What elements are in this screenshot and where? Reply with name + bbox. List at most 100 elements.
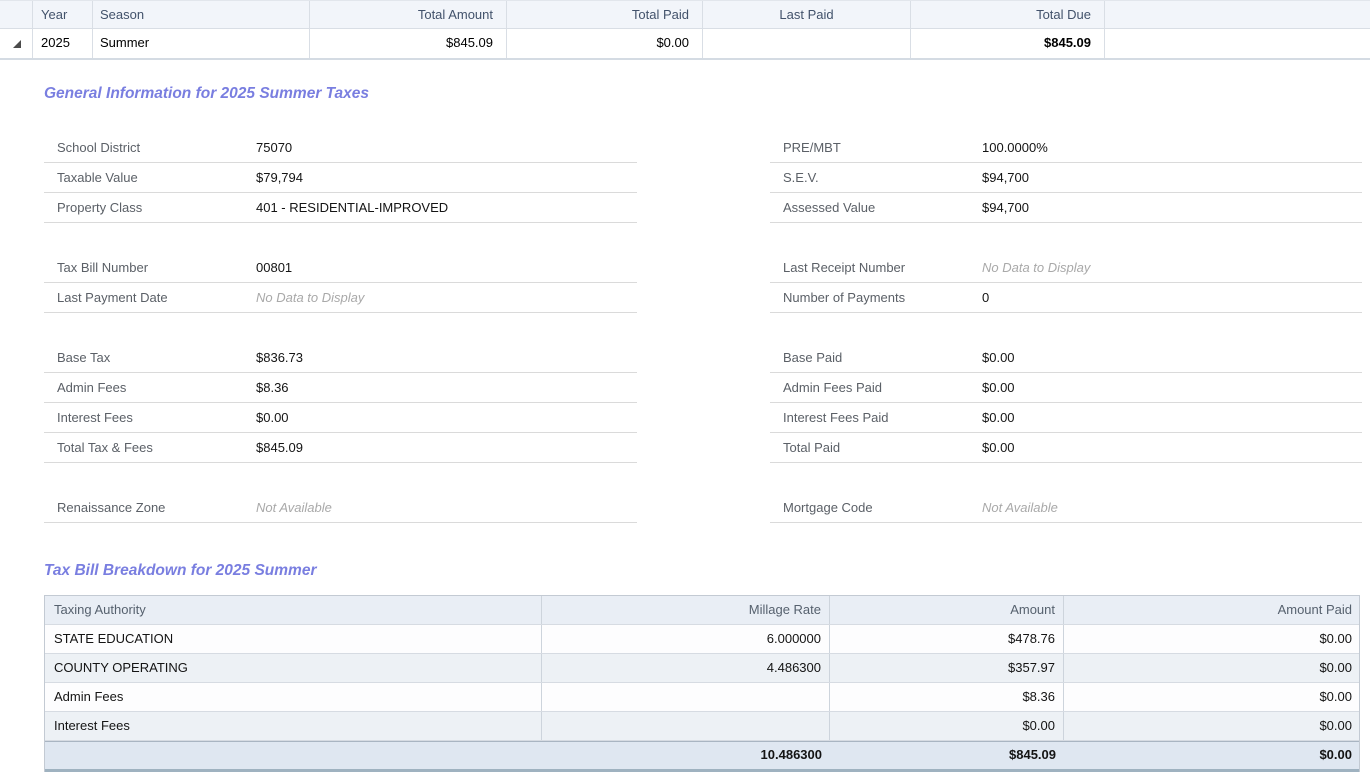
summary-cell-expander bbox=[0, 29, 33, 58]
info-value: 100.0000% bbox=[982, 133, 1048, 162]
info-label: Mortgage Code bbox=[783, 493, 982, 522]
info-label: Total Tax & Fees bbox=[57, 433, 256, 462]
info-label: Base Tax bbox=[57, 343, 256, 372]
info-label: Last Payment Date bbox=[57, 283, 256, 312]
cell-taxing-authority: STATE EDUCATION bbox=[45, 625, 542, 653]
info-label: Base Paid bbox=[783, 343, 982, 372]
info-value: 401 - RESIDENTIAL-IMPROVED bbox=[256, 193, 448, 222]
column-header-millage-rate[interactable]: Millage Rate bbox=[542, 596, 830, 624]
info-group-renaissance: Renaissance Zone Not Available bbox=[44, 493, 637, 523]
info-label: Number of Payments bbox=[783, 283, 982, 312]
column-header-amount[interactable]: Amount bbox=[830, 596, 1064, 624]
info-value: $0.00 bbox=[982, 343, 1015, 372]
info-row-total-paid: Total Paid $0.00 bbox=[770, 433, 1362, 463]
cell-total-amount: $845.09 bbox=[830, 742, 1064, 769]
breakdown-header-row: Taxing Authority Millage Rate Amount Amo… bbox=[45, 596, 1359, 625]
info-group-valuation: PRE/MBT 100.0000% S.E.V. $94,700 Assesse… bbox=[770, 133, 1362, 223]
info-value: 0 bbox=[982, 283, 989, 312]
info-row-base-tax: Base Tax $836.73 bbox=[44, 343, 637, 373]
summary-cell-last-paid bbox=[703, 29, 911, 58]
summary-cell-total-paid: $0.00 bbox=[507, 29, 703, 58]
info-label: Admin Fees bbox=[57, 373, 256, 402]
column-header-year[interactable]: Year bbox=[33, 1, 93, 28]
cell-taxing-authority: COUNTY OPERATING bbox=[45, 654, 542, 682]
cell-millage-rate: 6.000000 bbox=[542, 625, 830, 653]
info-row-assessed-value: Assessed Value $94,700 bbox=[770, 193, 1362, 223]
info-value: $0.00 bbox=[982, 433, 1015, 462]
column-header-total-due[interactable]: Total Due bbox=[911, 1, 1105, 28]
general-info-panel: School District 75070 Taxable Value $79,… bbox=[44, 133, 1370, 523]
info-row-admin-fees-paid: Admin Fees Paid $0.00 bbox=[770, 373, 1362, 403]
summary-cell-total-due: $845.09 bbox=[911, 29, 1105, 58]
info-row-base-paid: Base Paid $0.00 bbox=[770, 343, 1362, 373]
info-row-pre-mbt: PRE/MBT 100.0000% bbox=[770, 133, 1362, 163]
cell-amount: $478.76 bbox=[830, 625, 1064, 653]
breakdown-row-state-education: STATE EDUCATION 6.000000 $478.76 $0.00 bbox=[45, 625, 1359, 654]
info-value: $845.09 bbox=[256, 433, 303, 462]
info-value: Not Available bbox=[256, 493, 332, 522]
info-row-total-tax-fees: Total Tax & Fees $845.09 bbox=[44, 433, 637, 463]
cell-total-label bbox=[45, 742, 542, 769]
info-value: No Data to Display bbox=[256, 283, 364, 312]
cell-amount-paid: $0.00 bbox=[1064, 654, 1359, 682]
info-group-paid-amounts: Base Paid $0.00 Admin Fees Paid $0.00 In… bbox=[770, 343, 1362, 463]
breakdown-row-interest-fees: Interest Fees $0.00 $0.00 bbox=[45, 712, 1359, 741]
info-row-sev: S.E.V. $94,700 bbox=[770, 163, 1362, 193]
info-row-last-receipt-number: Last Receipt Number No Data to Display bbox=[770, 253, 1362, 283]
column-header-amount-paid[interactable]: Amount Paid bbox=[1064, 596, 1359, 624]
column-header-last-paid[interactable]: Last Paid bbox=[703, 1, 911, 28]
info-group-receipts: Last Receipt Number No Data to Display N… bbox=[770, 253, 1362, 313]
info-label: School District bbox=[57, 133, 256, 162]
breakdown-row-admin-fees: Admin Fees $8.36 $0.00 bbox=[45, 683, 1359, 712]
info-row-admin-fees: Admin Fees $8.36 bbox=[44, 373, 637, 403]
collapse-row-icon[interactable] bbox=[13, 40, 21, 48]
column-header-taxing-authority[interactable]: Taxing Authority bbox=[45, 596, 542, 624]
info-row-renaissance-zone: Renaissance Zone Not Available bbox=[44, 493, 637, 523]
summary-cell-season: Summer bbox=[93, 29, 310, 58]
info-value: $94,700 bbox=[982, 163, 1029, 192]
expander-column-header bbox=[0, 1, 33, 28]
info-value: $79,794 bbox=[256, 163, 303, 192]
info-label: Assessed Value bbox=[783, 193, 982, 222]
breakdown-table: Taxing Authority Millage Rate Amount Amo… bbox=[44, 595, 1360, 772]
breakdown-total-row: 10.486300 $845.09 $0.00 bbox=[45, 741, 1359, 772]
cell-amount-paid: $0.00 bbox=[1064, 625, 1359, 653]
breakdown-title: Tax Bill Breakdown for 2025 Summer bbox=[44, 562, 1370, 580]
info-row-school-district: School District 75070 bbox=[44, 133, 637, 163]
info-row-tax-bill-number: Tax Bill Number 00801 bbox=[44, 253, 637, 283]
column-header-total-amount[interactable]: Total Amount bbox=[310, 1, 507, 28]
summary-grid-header-row: Year Season Total Amount Total Paid Last… bbox=[0, 1, 1370, 29]
info-group-mortgage: Mortgage Code Not Available bbox=[770, 493, 1362, 523]
cell-millage-rate bbox=[542, 712, 830, 740]
info-value: Not Available bbox=[982, 493, 1058, 522]
info-row-interest-fees-paid: Interest Fees Paid $0.00 bbox=[770, 403, 1362, 433]
info-group-property: School District 75070 Taxable Value $79,… bbox=[44, 133, 637, 223]
info-row-interest-fees: Interest Fees $0.00 bbox=[44, 403, 637, 433]
info-value: $836.73 bbox=[256, 343, 303, 372]
column-header-season[interactable]: Season bbox=[93, 1, 310, 28]
info-group-tax-amounts: Base Tax $836.73 Admin Fees $8.36 Intere… bbox=[44, 343, 637, 463]
info-label: Renaissance Zone bbox=[57, 493, 256, 522]
column-header-total-paid[interactable]: Total Paid bbox=[507, 1, 703, 28]
cell-millage-rate bbox=[542, 683, 830, 711]
summary-row-2025-summer[interactable]: 2025 Summer $845.09 $0.00 $845.09 bbox=[0, 29, 1370, 60]
general-info-left-column: School District 75070 Taxable Value $79,… bbox=[44, 133, 637, 523]
info-row-taxable-value: Taxable Value $79,794 bbox=[44, 163, 637, 193]
cell-amount: $0.00 bbox=[830, 712, 1064, 740]
info-value: $0.00 bbox=[982, 403, 1015, 432]
cell-amount-paid: $0.00 bbox=[1064, 683, 1359, 711]
info-row-last-payment-date: Last Payment Date No Data to Display bbox=[44, 283, 637, 313]
info-value: $94,700 bbox=[982, 193, 1029, 222]
breakdown-row-county-operating: COUNTY OPERATING 4.486300 $357.97 $0.00 bbox=[45, 654, 1359, 683]
info-group-billing: Tax Bill Number 00801 Last Payment Date … bbox=[44, 253, 637, 313]
info-value: No Data to Display bbox=[982, 253, 1090, 282]
general-info-right-column: PRE/MBT 100.0000% S.E.V. $94,700 Assesse… bbox=[770, 133, 1362, 523]
info-value: 75070 bbox=[256, 133, 292, 162]
cell-amount-paid: $0.00 bbox=[1064, 712, 1359, 740]
cell-total-amount-paid: $0.00 bbox=[1064, 742, 1359, 769]
info-row-property-class: Property Class 401 - RESIDENTIAL-IMPROVE… bbox=[44, 193, 637, 223]
info-label: Interest Fees Paid bbox=[783, 403, 982, 432]
cell-taxing-authority: Interest Fees bbox=[45, 712, 542, 740]
cell-amount: $357.97 bbox=[830, 654, 1064, 682]
cell-amount: $8.36 bbox=[830, 683, 1064, 711]
